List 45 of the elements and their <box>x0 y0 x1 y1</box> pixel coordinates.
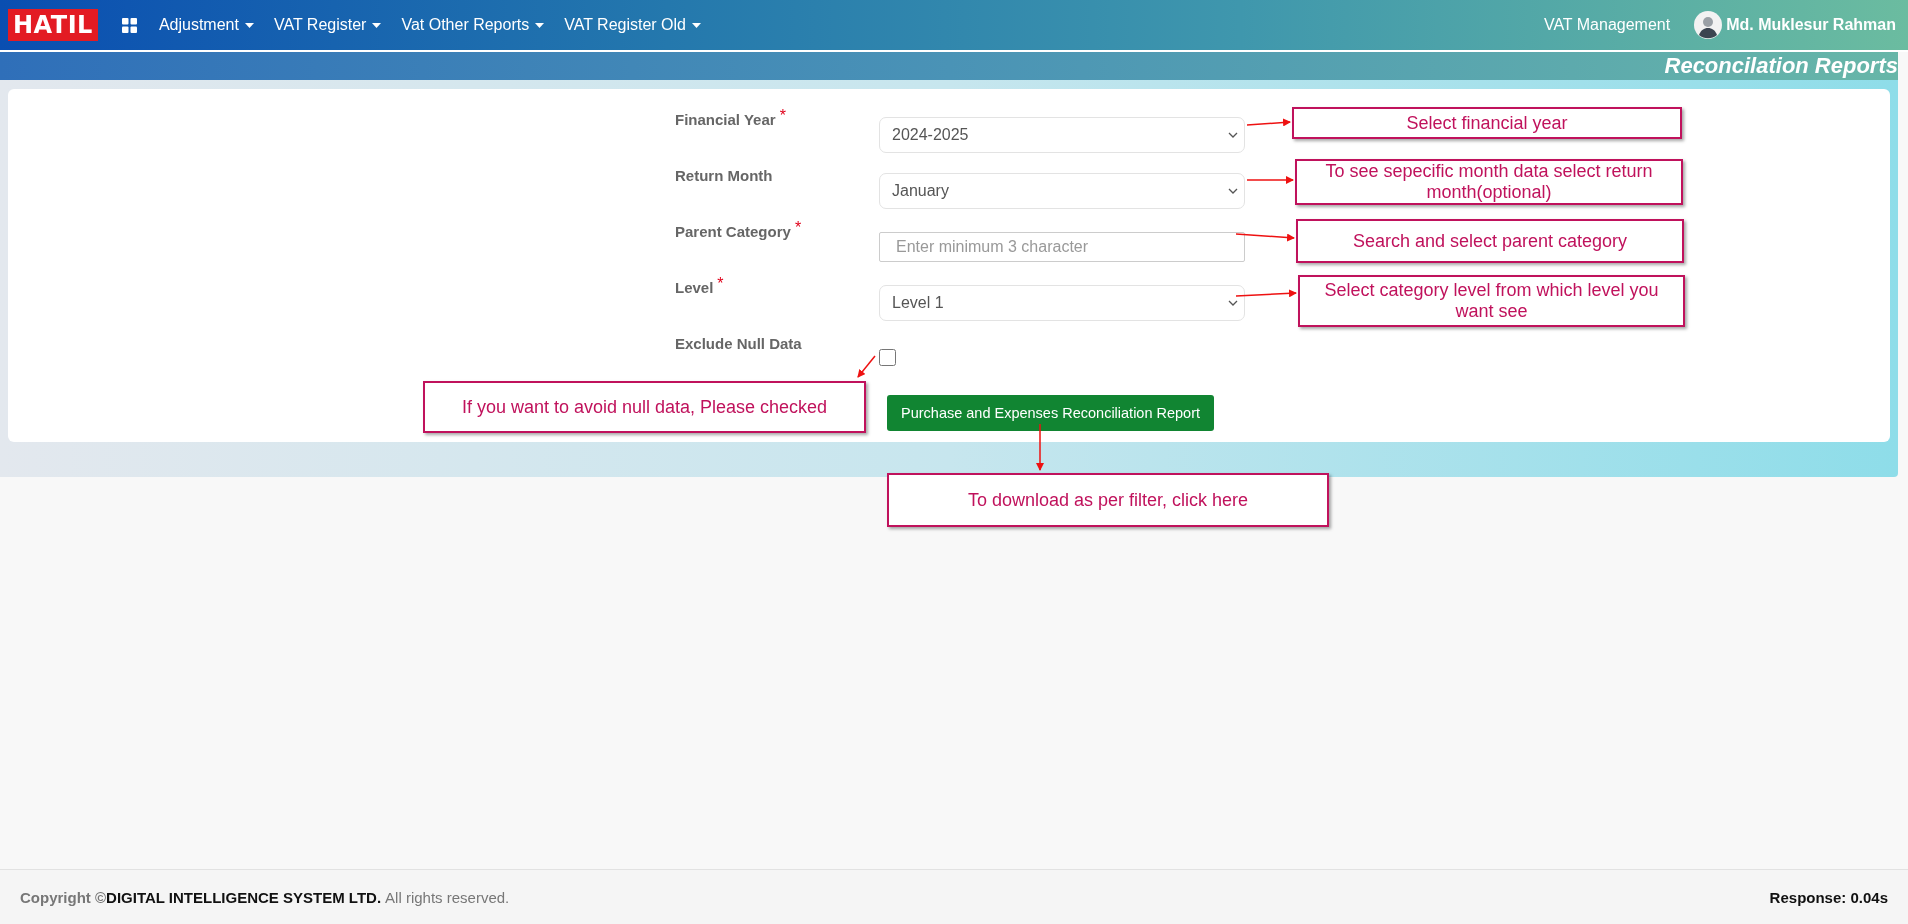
caret-icon <box>244 22 254 28</box>
nav-menu[interactable]: VAT Register <box>263 16 392 34</box>
arrow <box>1235 233 1295 242</box>
chevron-down-icon <box>1228 188 1238 194</box>
field-label: Financial Year <box>675 110 776 128</box>
nav-menu[interactable]: VAT Register Old <box>554 16 711 34</box>
select-field[interactable]: Level 1 <box>879 285 1245 321</box>
search-field[interactable]: Enter minimum 3 character <box>879 232 1245 262</box>
nav-menu[interactable]: Vat Other Reports <box>391 16 555 34</box>
report-button[interactable]: Purchase and Expenses Reconciliation Report <box>887 395 1215 431</box>
field-label: Return Month <box>675 166 773 184</box>
field-label: Level <box>675 278 714 296</box>
arrow <box>1246 118 1291 127</box>
select-field[interactable]: January <box>879 173 1245 209</box>
required-mark: * <box>794 219 802 238</box>
grid-icon[interactable] <box>121 17 137 33</box>
checkbox[interactable] <box>879 348 896 366</box>
chevron-down-icon <box>1228 300 1238 306</box>
callout-note: To see sepecific month data select return month(optional) <box>1295 159 1683 205</box>
rights-text: All rights reserved. <box>385 888 510 906</box>
caret-icon <box>535 22 545 28</box>
field-label: Parent Category <box>675 222 791 240</box>
required-mark: * <box>779 107 786 126</box>
callout-note: To download as per filter, click here <box>887 473 1329 527</box>
arrow <box>1235 289 1297 298</box>
page-title: Reconcilation Reports <box>1664 53 1898 79</box>
avatar-icon <box>1694 11 1723 39</box>
nav-menu[interactable]: Adjustment <box>148 16 264 34</box>
logo[interactable]: HATIL <box>8 9 98 41</box>
callout-note: Select category level from which level you want see <box>1298 275 1685 327</box>
callout-note: Select financial year <box>1292 107 1682 139</box>
callout-note: If you want to avoid null data, Please checked <box>423 381 866 433</box>
arrow <box>1246 176 1294 184</box>
response-time: Response: 0.04s <box>1769 888 1888 906</box>
caret-icon <box>692 22 701 28</box>
company-name: DIGITAL INTELLIGENCE SYSTEM LTD. <box>106 888 382 906</box>
arrow <box>857 355 876 378</box>
arrow <box>1036 423 1044 471</box>
select-field[interactable]: 2024-2025 <box>879 117 1245 153</box>
caret-icon <box>372 22 382 28</box>
chevron-down-icon <box>1228 132 1238 138</box>
callout-note: Search and select parent category <box>1296 219 1684 263</box>
required-mark: * <box>717 275 724 294</box>
copyright-text: Copyright © <box>20 888 107 906</box>
field-label: Exclude Null Data <box>675 334 802 352</box>
